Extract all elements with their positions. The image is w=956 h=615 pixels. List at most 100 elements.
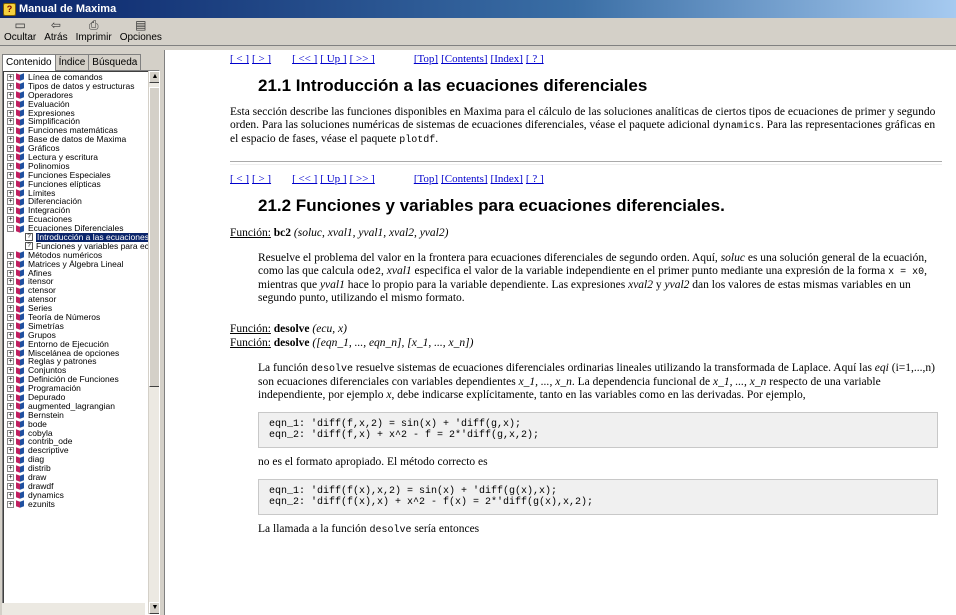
expand-icon[interactable]: + (7, 474, 14, 482)
expand-icon[interactable]: + (7, 136, 14, 144)
tree-item[interactable]: + Simplificación (3, 117, 148, 126)
expand-icon[interactable]: + (7, 367, 14, 375)
expand-icon[interactable]: + (7, 287, 14, 295)
expand-icon[interactable]: + (7, 207, 14, 215)
scroll-up-arrow-icon[interactable]: ▲ (149, 71, 159, 83)
fastback-link-2[interactable]: [ << ] (292, 173, 317, 185)
expand-icon[interactable]: + (7, 82, 14, 90)
tree-item[interactable]: + Funciones matemáticas (3, 126, 148, 135)
tree-item[interactable]: + Afines (3, 269, 148, 278)
next-link[interactable]: [ > ] (252, 53, 271, 65)
tree-item[interactable]: + diag (3, 455, 148, 464)
expand-icon[interactable]: + (7, 376, 14, 384)
tree-item[interactable]: + Funciones elípticas (3, 180, 148, 189)
expand-icon[interactable]: + (7, 465, 14, 473)
expand-icon[interactable]: + (7, 447, 14, 455)
tree-item[interactable]: + bode (3, 420, 148, 429)
tree-item[interactable]: + descriptive (3, 446, 148, 455)
expand-icon[interactable]: + (7, 500, 14, 508)
expand-icon[interactable]: + (7, 216, 14, 224)
tree-item[interactable]: + drawdf (3, 482, 148, 491)
tree-item[interactable]: + Diferenciación (3, 197, 148, 206)
tree-item[interactable]: + Bernstein (3, 411, 148, 420)
tree-item[interactable]: + Depurado (3, 393, 148, 402)
function-label[interactable]: Función: (230, 227, 271, 239)
tree-item[interactable]: ?Introducción a las ecuaciones diferenci… (3, 233, 148, 242)
tree-item[interactable]: + Gráficos (3, 144, 148, 153)
tree-item[interactable]: + Tipos de datos y estructuras (3, 82, 148, 91)
tree-item[interactable]: + Métodos numéricos (3, 251, 148, 260)
tree-item[interactable]: + Integración (3, 206, 148, 215)
tree-item[interactable]: + Entorno de Ejecución (3, 340, 148, 349)
expand-icon[interactable]: + (7, 180, 14, 188)
tree-vertical-scrollbar[interactable]: ▲ ▼ (148, 71, 159, 614)
tree-item[interactable]: + Definición de Funciones (3, 375, 148, 384)
tab-search[interactable]: Búsqueda (88, 54, 142, 70)
expand-icon[interactable]: + (7, 260, 14, 268)
hide-button[interactable]: ▭ Ocultar (2, 18, 38, 45)
expand-icon[interactable]: + (7, 456, 14, 464)
tree-item[interactable]: + Series (3, 304, 148, 313)
tree-item[interactable]: + Expresiones (3, 109, 148, 118)
tab-index[interactable]: Índice (54, 54, 90, 70)
expand-icon[interactable]: + (7, 296, 14, 304)
about-link[interactable]: [ ? ] (526, 53, 544, 65)
tree-item[interactable]: + Miscelánea de opciones (3, 349, 148, 358)
tree-item[interactable]: + Lectura y escritura (3, 153, 148, 162)
tree-item[interactable]: + contrib_ode (3, 438, 148, 447)
top-link-2[interactable]: [Top] (414, 173, 438, 185)
tree-item[interactable]: + Funciones Especiales (3, 171, 148, 180)
expand-icon[interactable]: + (7, 145, 14, 153)
tree-item[interactable]: + Programación (3, 384, 148, 393)
scroll-down-arrow-icon[interactable]: ▼ (149, 602, 159, 614)
expand-icon[interactable]: + (7, 358, 14, 366)
next-link-2[interactable]: [ > ] (252, 173, 271, 185)
expand-icon[interactable]: + (7, 402, 14, 410)
top-link[interactable]: [Top] (414, 53, 438, 65)
expand-icon[interactable]: + (7, 429, 14, 437)
tree-item[interactable]: + Operadores (3, 91, 148, 100)
expand-icon[interactable]: + (7, 73, 14, 81)
tree-item[interactable]: + Polinomios (3, 162, 148, 171)
tree-item[interactable]: + atensor (3, 295, 148, 304)
tree-item[interactable]: + Límites (3, 189, 148, 198)
fastforward-link-2[interactable]: [ >> ] (350, 173, 375, 185)
tree-item[interactable]: − Ecuaciones Diferenciales (3, 224, 148, 233)
expand-icon[interactable]: + (7, 313, 14, 321)
tree-item[interactable]: + itensor (3, 277, 148, 286)
expand-icon[interactable]: + (7, 153, 14, 161)
expand-icon[interactable]: + (7, 278, 14, 286)
print-button[interactable]: ⎙ Imprimir (74, 18, 114, 45)
scroll-thumb[interactable] (149, 87, 159, 387)
contents-link[interactable]: [Contents] (441, 53, 487, 65)
tree-item[interactable]: + Base de datos de Maxima (3, 135, 148, 144)
expand-icon[interactable]: + (7, 91, 14, 99)
tree-item[interactable]: + Simetrías (3, 322, 148, 331)
expand-icon[interactable]: + (7, 189, 14, 197)
tree-item[interactable]: ?Funciones y variables para ecuaciones d… (3, 242, 148, 251)
expand-icon[interactable]: + (7, 349, 14, 357)
tree-item[interactable]: + draw (3, 473, 148, 482)
back-button[interactable]: ⇦ Atrás (42, 18, 69, 45)
tree-horizontal-scrollbar[interactable] (2, 603, 145, 615)
tree-item[interactable]: + Teoría de Números (3, 313, 148, 322)
up-link-2[interactable]: [ Up ] (320, 173, 346, 185)
tree-item[interactable]: + Reglas y patrones (3, 358, 148, 367)
expand-icon[interactable]: + (7, 118, 14, 126)
expand-icon[interactable]: + (7, 385, 14, 393)
expand-icon[interactable]: + (7, 305, 14, 313)
expand-icon[interactable]: + (7, 198, 14, 206)
expand-icon[interactable]: + (7, 482, 14, 490)
tree-item[interactable]: + cobyla (3, 429, 148, 438)
tree-item[interactable]: + Ecuaciones (3, 215, 148, 224)
expand-icon[interactable]: + (7, 127, 14, 135)
prev-link[interactable]: [ < ] (230, 53, 249, 65)
tree-item[interactable]: + dynamics (3, 491, 148, 500)
fastback-link[interactable]: [ << ] (292, 53, 317, 65)
expand-icon[interactable]: + (7, 394, 14, 401)
fastforward-link[interactable]: [ >> ] (350, 53, 375, 65)
tree-item[interactable]: + Matrices y Álgebra Lineal (3, 260, 148, 269)
expand-icon[interactable]: + (7, 331, 14, 339)
expand-icon[interactable]: + (7, 340, 14, 348)
expand-icon[interactable]: + (7, 162, 14, 170)
